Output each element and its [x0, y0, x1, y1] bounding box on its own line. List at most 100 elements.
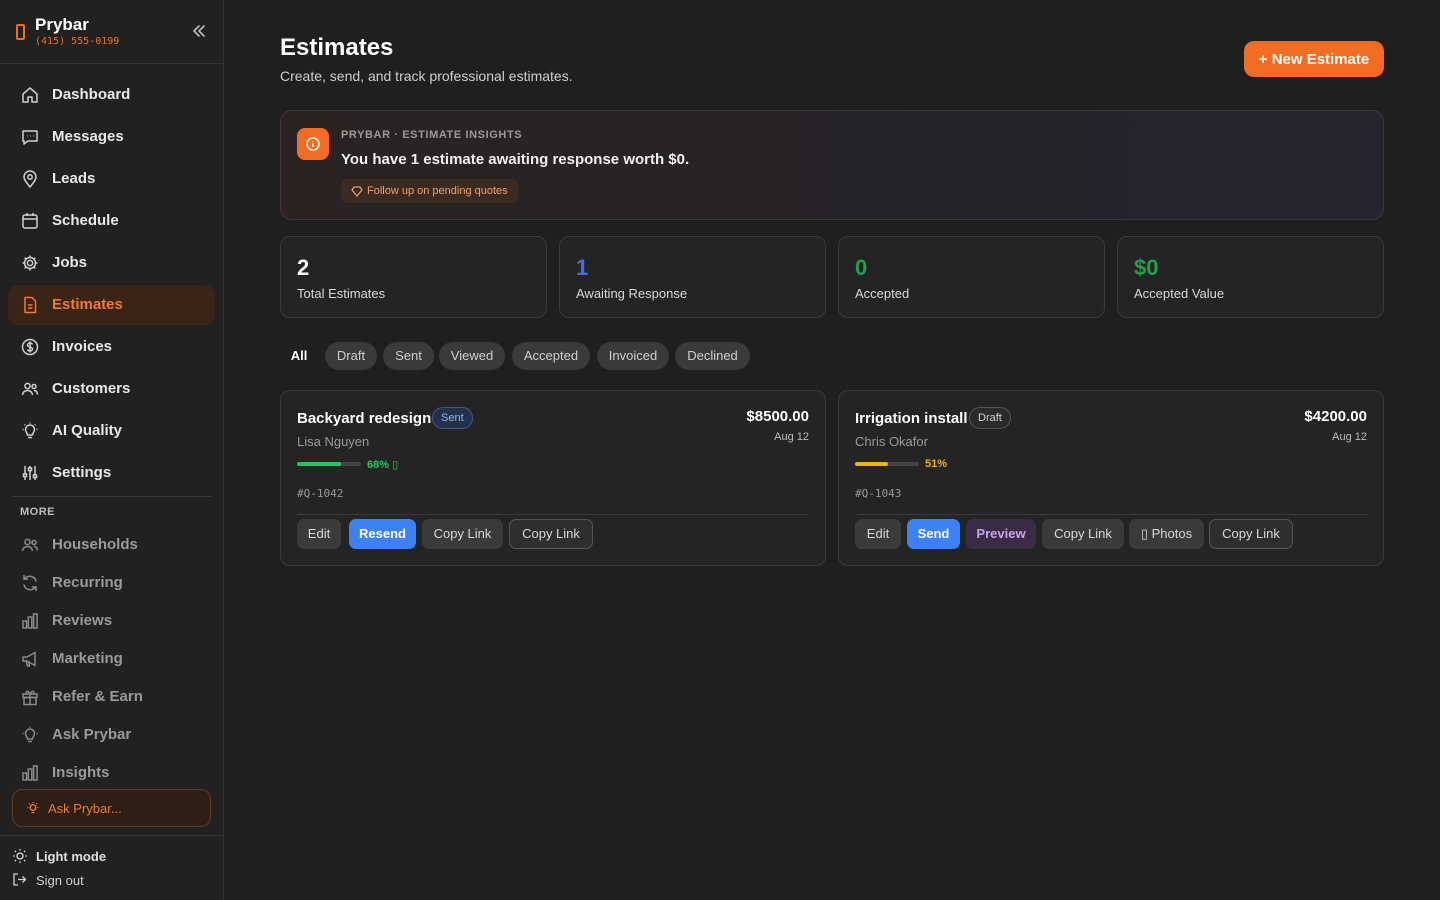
sidebar-item-insights[interactable]: Insights [8, 753, 215, 793]
sidebar-item-label: Estimates [52, 296, 123, 313]
stat-value: 0 [855, 255, 868, 280]
page-subtitle: Create, send, and track professional est… [280, 68, 573, 84]
edit-button[interactable]: Edit [297, 519, 341, 549]
progress-percent: 68% ▯ [367, 459, 399, 471]
sidebar-item-messages[interactable]: Messages [8, 117, 215, 157]
ask-prybar-input[interactable]: Ask Prybar... [12, 789, 211, 827]
brand-header: Prybar (415) 555-0199 [0, 0, 223, 64]
edit-button[interactable]: Edit [855, 519, 901, 549]
preview-button[interactable]: Preview [966, 519, 1036, 549]
refresh-icon [23, 574, 37, 592]
insight-text: You have 1 estimate awaiting response wo… [341, 151, 690, 168]
filter-viewed[interactable]: Viewed [439, 342, 505, 370]
sidebar-item-dashboard[interactable]: Dashboard [8, 75, 215, 115]
diamond-icon [351, 186, 363, 197]
estimate-title: Irrigation install [855, 410, 968, 427]
stat-accepted: 0 Accepted [838, 236, 1105, 318]
filter-all[interactable]: All [280, 342, 318, 370]
sidebar-item-refer-earn[interactable]: Refer & Earn [8, 677, 215, 717]
megaphone-icon [22, 651, 36, 667]
sidebar-item-marketing[interactable]: Marketing [8, 639, 215, 679]
bar-chart-icon [22, 613, 38, 629]
estimate-amount: $8500.00 [746, 408, 809, 425]
stat-value: 1 [576, 255, 589, 280]
insight-label: PRYBAR · ESTIMATE INSIGHTS [341, 129, 523, 141]
calendar-icon [22, 213, 38, 229]
sidebar-item-jobs[interactable]: Jobs [8, 243, 215, 283]
sliders-icon [22, 466, 38, 480]
sidebar-item-label: Recurring [52, 574, 123, 591]
resend-button[interactable]: Resend [349, 519, 416, 549]
card-divider [297, 514, 809, 515]
new-estimate-button[interactable]: + New Estimate [1244, 41, 1384, 77]
photos-button[interactable]: ▯ Photos [1129, 519, 1204, 549]
estimate-amount: $4200.00 [1304, 408, 1367, 425]
more-section-label: MORE [20, 506, 55, 518]
estimate-card[interactable]: Backyard redesign Sent Lisa Nguyen $8500… [280, 390, 826, 566]
progress-track [297, 462, 361, 466]
sidebar-item-reviews[interactable]: Reviews [8, 601, 215, 641]
stat-value: $0 [1134, 255, 1159, 280]
copy-link-button[interactable]: Copy Link [1042, 519, 1124, 549]
collapse-sidebar-icon[interactable] [190, 22, 208, 40]
copy-link-button[interactable]: Copy Link [509, 519, 593, 549]
sidebar-divider [12, 496, 211, 497]
estimate-card[interactable]: Irrigation install Draft Chris Okafor $4… [838, 390, 1384, 566]
light-mode-label: Light mode [36, 849, 107, 864]
sidebar-item-label: Leads [52, 170, 96, 187]
prybar-logo-icon [16, 24, 25, 40]
filter-accepted[interactable]: Accepted [512, 342, 590, 370]
copy-link-button[interactable]: Copy Link [1209, 519, 1293, 549]
dollar-icon [21, 338, 39, 356]
follow-up-chip[interactable]: Follow up on pending quotes [341, 179, 518, 203]
estimate-title: Backyard redesign [297, 410, 432, 427]
lightbulb-icon [22, 422, 38, 439]
sidebar-item-recurring[interactable]: Recurring [8, 563, 215, 603]
stat-value: 2 [297, 255, 310, 280]
card-divider [855, 514, 1367, 515]
ask-prybar-placeholder: Ask Prybar... [48, 801, 122, 816]
estimate-date: Aug 12 [1332, 431, 1367, 443]
progress-track [855, 462, 919, 466]
sidebar-item-settings[interactable]: Settings [8, 453, 215, 493]
sidebar-item-label: Dashboard [52, 86, 131, 103]
sidebar-item-label: Refer & Earn [52, 688, 143, 705]
copy-link-button[interactable]: Copy Link [422, 519, 503, 549]
sidebar-item-ask-prybar[interactable]: Ask Prybar [8, 715, 215, 755]
sidebar-item-ai-quality[interactable]: AI Quality [8, 411, 215, 451]
status-badge: Draft [969, 407, 1011, 429]
sidebar-item-customers[interactable]: Customers [8, 369, 215, 409]
sidebar-item-leads[interactable]: Leads [8, 159, 215, 199]
sidebar-item-label: Marketing [52, 650, 123, 667]
lightbulb-icon [27, 802, 39, 814]
sign-out-icon [13, 873, 27, 886]
sidebar-item-label: Jobs [52, 254, 88, 271]
sidebar-item-label: Invoices [52, 338, 113, 355]
sidebar-item-label: AI Quality [52, 422, 123, 439]
sidebar-item-invoices[interactable]: Invoices [8, 327, 215, 367]
filter-sent[interactable]: Sent [383, 342, 434, 370]
filter-declined[interactable]: Declined [675, 342, 750, 370]
stat-label: Accepted Value [1134, 286, 1225, 301]
customer-name: Lisa Nguyen [297, 434, 370, 449]
sidebar-item-estimates[interactable]: Estimates [8, 285, 215, 325]
sidebar-item-label: Households [52, 536, 138, 553]
sidebar-item-label: Reviews [52, 612, 113, 629]
progress-percent: 51% [925, 458, 948, 470]
info-icon [306, 137, 320, 151]
map-pin-icon [23, 170, 37, 189]
users-icon [21, 538, 39, 552]
filter-draft[interactable]: Draft [325, 342, 377, 370]
sidebar-item-households[interactable]: Households [8, 525, 215, 565]
estimate-id: #Q-1042 [297, 487, 344, 500]
gift-icon [22, 690, 38, 706]
document-icon [24, 296, 37, 314]
progress-fill [855, 462, 888, 466]
message-icon [22, 130, 38, 145]
lightbulb-icon [22, 726, 38, 743]
stat-total-estimates: 2 Total Estimates [280, 236, 547, 318]
sidebar-item-schedule[interactable]: Schedule [8, 201, 215, 241]
filter-invoiced[interactable]: Invoiced [597, 342, 669, 370]
app-phone: (415) 555-0199 [35, 36, 120, 47]
send-button[interactable]: Send [907, 519, 960, 549]
